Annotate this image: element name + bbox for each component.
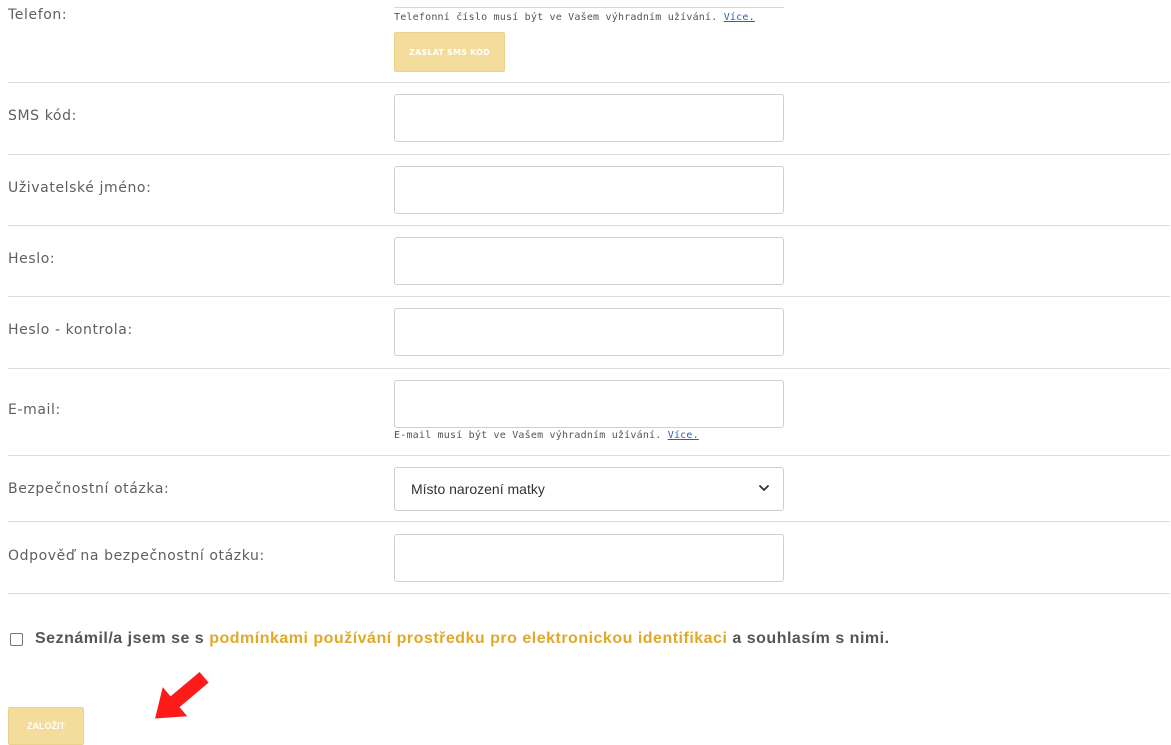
sms-code-input[interactable] [394,94,784,142]
security-question-row: Bezpečnostní otázka: Místo narození matk… [8,456,1170,522]
phone-hint: Telefonní číslo musí být ve Vašem výhrad… [394,12,755,23]
security-answer-label: Odpověď na bezpečnostní otázku: [8,548,265,564]
email-hint-text: E-mail musí být ve Vašem výhradním užívá… [394,430,662,441]
email-hint-more-link[interactable]: Více. [668,430,699,441]
phone-hint-text: Telefonní číslo musí být ve Vašem výhrad… [394,12,718,23]
sms-code-label: SMS kód: [8,108,77,124]
terms-link[interactable]: podmínkami používání prostředku pro elek… [209,630,727,648]
security-answer-row: Odpověď na bezpečnostní otázku: [8,522,1170,594]
consent-suffix: a souhlasím s nimi. [732,630,890,647]
send-sms-code-button[interactable]: ZASLAT SMS KÓD [394,32,505,72]
security-question-label: Bezpečnostní otázka: [8,481,170,497]
security-question-selected: Místo narození matky [411,481,545,497]
password-confirm-row: Heslo - kontrola: [8,297,1170,369]
terms-checkbox[interactable] [10,632,23,646]
sms-code-row: SMS kód: [8,83,1170,155]
create-account-button[interactable]: ZALOŽIT [8,707,84,745]
security-question-select[interactable]: Místo narození matky [394,467,784,511]
phone-label: Telefon: [8,7,68,23]
phone-row: Telefon: Telefonní číslo musí být ve Vaš… [8,0,1170,83]
phone-hint-more-link[interactable]: Více. [724,12,755,23]
red-arrow-annotation-icon [155,671,209,719]
username-input[interactable] [394,166,784,214]
password-label: Heslo: [8,251,56,267]
terms-consent: Seznámil/a jsem se s podmínkami používán… [10,630,890,648]
username-label: Uživatelské jméno: [8,180,152,196]
consent-prefix: Seznámil/a jsem se s [35,630,205,647]
password-confirm-label: Heslo - kontrola: [8,322,133,338]
security-answer-input[interactable] [394,534,784,582]
password-confirm-input[interactable] [394,308,784,356]
email-row: E-mail: E-mail musí být ve Vašem výhradn… [8,369,1170,456]
password-row: Heslo: [8,226,1170,297]
chevron-down-icon [759,485,769,491]
email-input[interactable] [394,380,784,428]
password-input[interactable] [394,237,784,285]
username-row: Uživatelské jméno: [8,155,1170,226]
email-hint: E-mail musí být ve Vašem výhradním užívá… [394,430,699,441]
email-label: E-mail: [8,402,61,418]
